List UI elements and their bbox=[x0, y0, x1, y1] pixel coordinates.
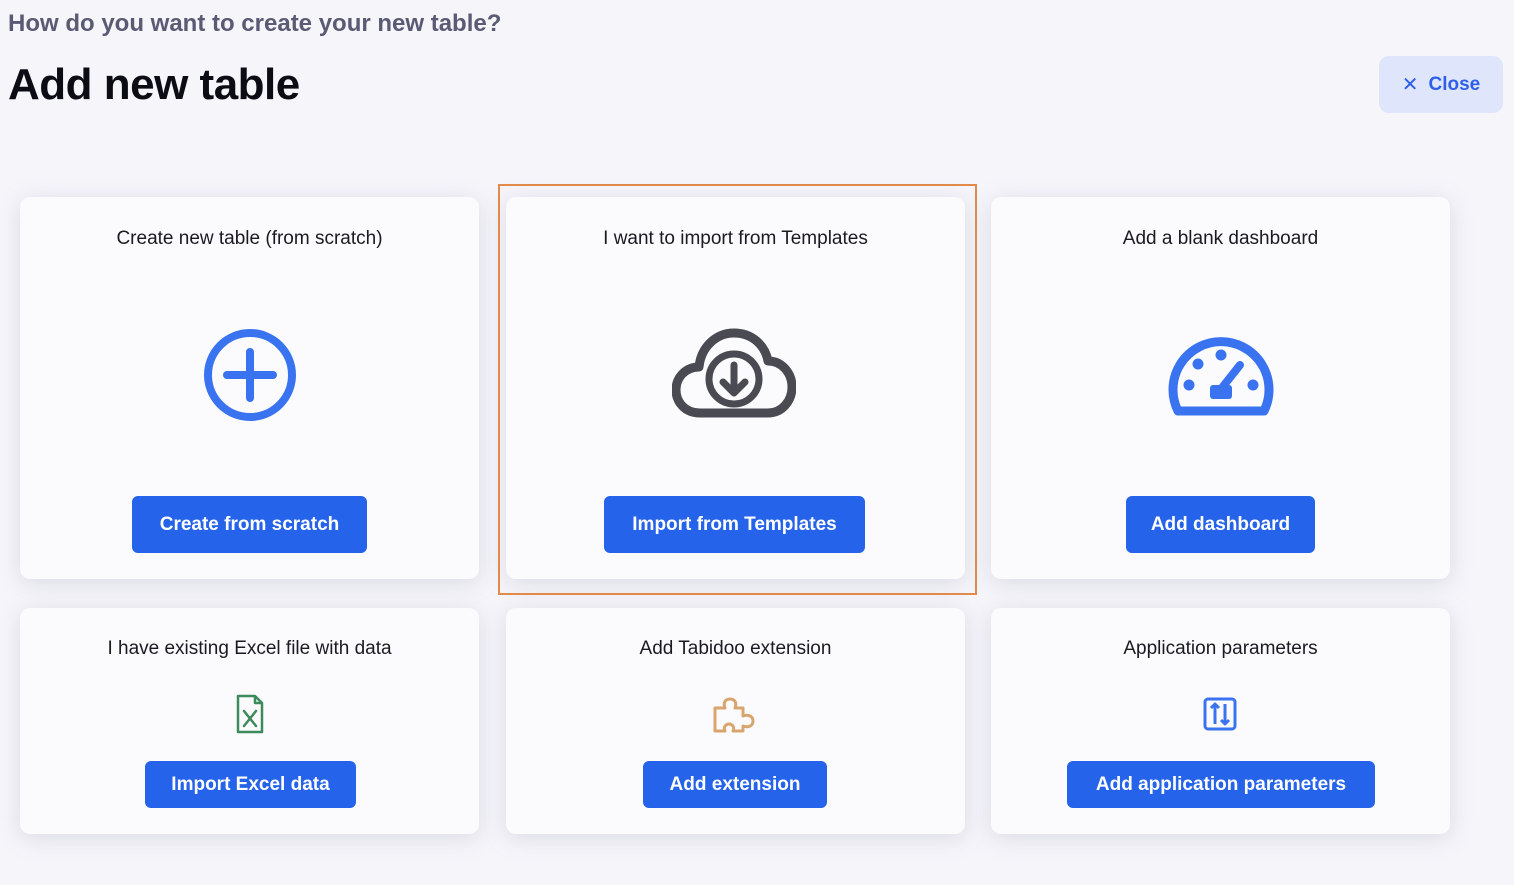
add-application-parameters-button[interactable]: Add application parameters bbox=[1067, 761, 1375, 808]
import-excel-button[interactable]: Import Excel data bbox=[145, 761, 356, 808]
puzzle-icon bbox=[713, 697, 755, 733]
excel-file-icon bbox=[236, 694, 264, 734]
card-import-excel: I have existing Excel file with data Imp… bbox=[20, 608, 479, 834]
card-title: I want to import from Templates bbox=[603, 228, 868, 249]
dashboard-gauge-icon bbox=[1168, 337, 1274, 416]
close-button-label: Close bbox=[1428, 73, 1481, 95]
create-from-scratch-button[interactable]: Create from scratch bbox=[132, 496, 367, 553]
page-subtitle: How do you want to create your new table… bbox=[8, 10, 502, 37]
card-title: I have existing Excel file with data bbox=[107, 638, 392, 659]
page-title: Add new table bbox=[8, 60, 300, 109]
card-title: Application parameters bbox=[1123, 638, 1318, 659]
close-icon: ✕ bbox=[1401, 73, 1419, 96]
card-title: Create new table (from scratch) bbox=[116, 228, 383, 249]
card-create-from-scratch: Create new table (from scratch) Create f… bbox=[20, 197, 479, 579]
add-extension-button[interactable]: Add extension bbox=[643, 761, 827, 808]
card-application-parameters: Application parameters Add application p… bbox=[991, 608, 1450, 834]
add-dashboard-button[interactable]: Add dashboard bbox=[1126, 496, 1315, 553]
card-title: Add Tabidoo extension bbox=[639, 638, 832, 659]
close-button[interactable]: ✕ Close bbox=[1379, 56, 1503, 113]
import-from-templates-button[interactable]: Import from Templates bbox=[604, 496, 865, 553]
card-import-templates: I want to import from Templates Import f… bbox=[506, 197, 965, 579]
card-add-extension: Add Tabidoo extension Add extension bbox=[506, 608, 965, 834]
plus-circle-icon bbox=[204, 329, 296, 421]
card-title: Add a blank dashboard bbox=[1122, 228, 1319, 249]
cloud-download-icon bbox=[672, 328, 796, 418]
parameters-icon bbox=[1203, 697, 1237, 731]
card-add-dashboard: Add a blank dashboard Add dashboard bbox=[991, 197, 1450, 579]
